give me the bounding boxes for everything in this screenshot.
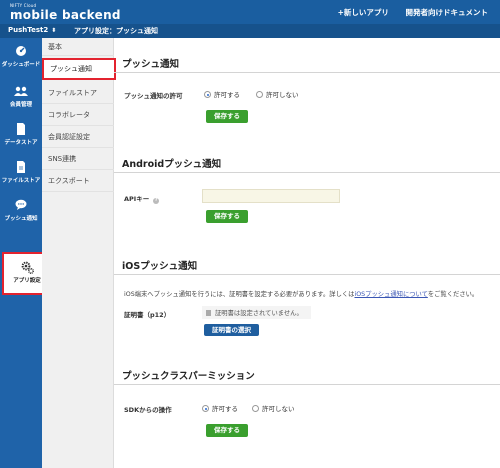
left-icon-nav: ダッシュボード 会員管理 データストア ファイルストア プッシュ通知 アプリ設定	[0, 38, 52, 468]
radio-label: 許可しない	[262, 405, 295, 413]
api-key-input[interactable]	[202, 189, 340, 203]
nav-label: ダッシュボード	[1, 62, 41, 68]
app-subbar: PushTest2 ⬍ アプリ設定：プッシュ通知	[0, 24, 500, 38]
subnav-header: 基本	[42, 38, 114, 56]
help-icon[interactable]: ?	[153, 198, 160, 204]
divider	[114, 274, 500, 275]
subnav-item-filestore[interactable]: ファイルストア	[42, 82, 114, 104]
push-chat-icon	[0, 199, 42, 211]
nav-dashboard[interactable]: ダッシュボード	[0, 40, 42, 78]
ios-desc-text: iOS端末へプッシュ通知を行うには、証明書を設定する必要があります。詳しくは	[124, 291, 355, 298]
main-content: プッシュ通知 プッシュ通知の許可 許可する 許可しない 保存する Android…	[114, 38, 500, 468]
filestore-icon	[0, 161, 42, 173]
new-app-link[interactable]: +新しいアプリ	[338, 8, 389, 17]
radio-label: 許可する	[214, 91, 240, 99]
nav-datastore[interactable]: データストア	[0, 118, 42, 156]
android-save-button[interactable]: 保存する	[206, 210, 248, 223]
settings-subnav: 基本 プッシュ通知 ファイルストア コラボレータ 会員認証設定 SNS連携 エク…	[42, 38, 116, 468]
nav-label: アプリ設定	[13, 278, 41, 284]
push-save-button[interactable]: 保存する	[206, 110, 248, 123]
cert-status: 証明書は設定されていません。	[202, 306, 311, 319]
radio-empty-icon	[256, 91, 263, 98]
api-key-label: APIキー?	[124, 193, 160, 204]
app-name: PushTest2	[8, 26, 49, 34]
nav-label: プッシュ通知	[4, 216, 38, 222]
sdk-deny-radio[interactable]: 許可しない	[252, 403, 295, 413]
breadcrumb: アプリ設定：プッシュ通知	[74, 27, 158, 35]
updown-caret-icon: ⬍	[51, 27, 57, 34]
radio-selected-icon	[202, 405, 209, 412]
divider	[114, 172, 500, 173]
subnav-item-push[interactable]: プッシュ通知	[42, 58, 116, 80]
subnav-item-sns[interactable]: SNS連携	[42, 148, 114, 170]
nav-label: データストア	[4, 140, 38, 146]
select-cert-button[interactable]: 証明書の選択	[204, 324, 259, 336]
ios-push-doc-link[interactable]: iOSプッシュ通知について	[354, 291, 427, 298]
divider	[114, 384, 500, 385]
developer-docs-link[interactable]: 開発者向けドキュメント	[406, 8, 489, 17]
nav-label: 会員管理	[9, 102, 32, 108]
push-section-title: プッシュ通知	[122, 59, 180, 70]
radio-empty-icon	[252, 405, 259, 412]
push-allow-radio[interactable]: 許可する	[204, 89, 240, 99]
cert-status-text: 証明書は設定されていません。	[215, 310, 303, 317]
divider	[114, 72, 500, 73]
datastore-icon	[0, 123, 42, 135]
ios-desc-tail: をご覧ください。	[427, 291, 479, 298]
app-selector[interactable]: PushTest2 ⬍	[8, 26, 56, 34]
android-section-title: Androidプッシュ通知	[122, 159, 222, 170]
nav-filestore[interactable]: ファイルストア	[0, 156, 42, 194]
push-deny-radio[interactable]: 許可しない	[256, 89, 299, 99]
file-icon	[206, 310, 211, 316]
top-header: NIFTY Cloud mobile backend +新しいアプリ 開発者向け…	[0, 0, 500, 24]
radio-selected-icon	[204, 91, 211, 98]
ios-section-title: iOSプッシュ通知	[122, 261, 198, 272]
ios-description: iOS端末へプッシュ通知を行うには、証明書を設定する必要があります。詳しくはiO…	[124, 289, 478, 298]
subnav-item-export[interactable]: エクスポート	[42, 170, 114, 192]
push-permission-label: プッシュ通知の許可	[124, 92, 183, 100]
api-key-label-text: APIキー	[124, 195, 150, 203]
sdk-allow-radio[interactable]: 許可する	[202, 403, 238, 413]
nav-label: ファイルストア	[1, 178, 41, 184]
nav-push[interactable]: プッシュ通知	[0, 194, 42, 232]
dashboard-icon	[0, 45, 42, 57]
nav-users[interactable]: 会員管理	[0, 80, 42, 118]
pushclass-section-title: プッシュクラスパーミッション	[122, 371, 255, 382]
radio-label: 許可する	[212, 405, 238, 413]
brand-logo[interactable]: mobile backend	[10, 8, 121, 22]
subnav-item-collaborator[interactable]: コラボレータ	[42, 104, 114, 126]
pushclass-save-button[interactable]: 保存する	[206, 424, 248, 437]
radio-label: 許可しない	[266, 91, 299, 99]
cert-label: 証明書（p12）	[124, 311, 171, 319]
header-links: +新しいアプリ 開発者向けドキュメント	[324, 7, 488, 18]
subnav-item-member-auth[interactable]: 会員認証設定	[42, 126, 114, 148]
users-icon	[0, 85, 42, 97]
sdk-operation-label: SDKからの操作	[124, 406, 172, 414]
